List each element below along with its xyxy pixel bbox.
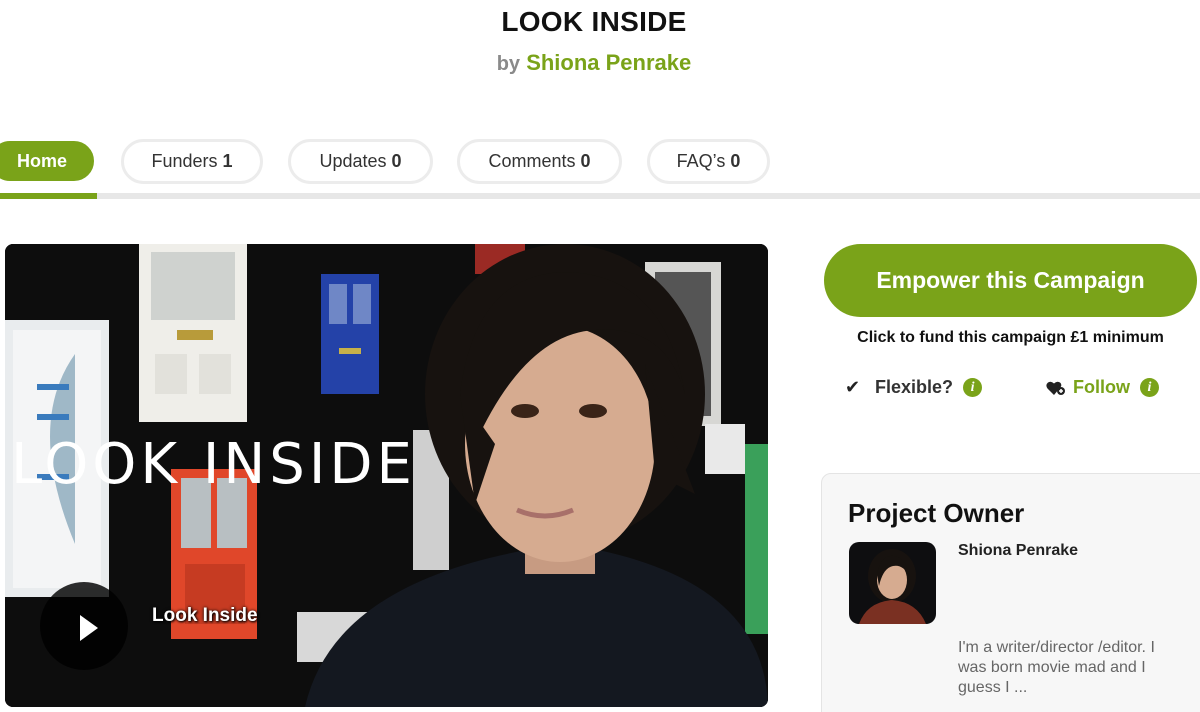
flexible-label: Flexible? — [875, 377, 954, 397]
tab-comments-count: 0 — [580, 151, 591, 171]
play-icon — [80, 615, 98, 641]
owner-avatar-image — [849, 542, 936, 624]
follow-option[interactable]: Follow i — [1046, 377, 1159, 398]
owner-avatar[interactable] — [849, 542, 936, 624]
tab-home[interactable]: Home — [0, 141, 94, 181]
owner-bio: I'm a writer/director /editor. I was bor… — [958, 639, 1155, 696]
info-icon[interactable]: i — [963, 378, 983, 397]
author-link[interactable]: Shiona Penrake — [526, 50, 691, 75]
campaign-byline: by Shiona Penrake — [0, 50, 1188, 76]
video-overlay-title: LOOK INSIDE — [11, 432, 416, 497]
tab-bar-divider — [0, 193, 1200, 199]
info-icon[interactable]: i — [1140, 378, 1159, 397]
video-caption: Look Inside — [152, 605, 258, 626]
checkmark-icon: ✔ — [845, 377, 861, 397]
flexible-option[interactable]: ✔ Flexible? i — [845, 377, 983, 398]
tab-updates-label: Updates — [319, 151, 387, 171]
follow-label: Follow — [1073, 377, 1130, 397]
owner-name-link[interactable]: Shiona Penrake — [958, 542, 1078, 560]
tab-comments-label: Comments — [488, 151, 576, 171]
tab-faqs-label: FAQ’s — [676, 151, 726, 171]
tab-faqs-count: 0 — [730, 151, 741, 171]
play-button[interactable] — [40, 582, 128, 670]
tab-updates[interactable]: Updates 0 — [288, 139, 433, 184]
tab-updates-count: 0 — [391, 151, 402, 171]
empower-campaign-button[interactable]: Empower this Campaign — [824, 244, 1197, 317]
project-owner-heading: Project Owner — [848, 498, 1025, 528]
tab-funders[interactable]: Funders 1 — [121, 139, 263, 184]
tab-home-label: Home — [16, 150, 67, 171]
tab-faqs[interactable]: FAQ’s 0 — [647, 139, 770, 184]
campaign-title: LOOK INSIDE — [501, 6, 687, 37]
tab-active-indicator — [0, 193, 97, 199]
minimum-funding-note: Click to fund this campaign £1 minimum — [857, 329, 1164, 346]
tab-comments[interactable]: Comments 0 — [457, 139, 622, 184]
tab-funders-label: Funders — [151, 151, 218, 171]
by-label: by — [496, 53, 521, 75]
tab-funders-count: 1 — [222, 151, 233, 171]
heart-plus-icon — [1046, 381, 1065, 395]
